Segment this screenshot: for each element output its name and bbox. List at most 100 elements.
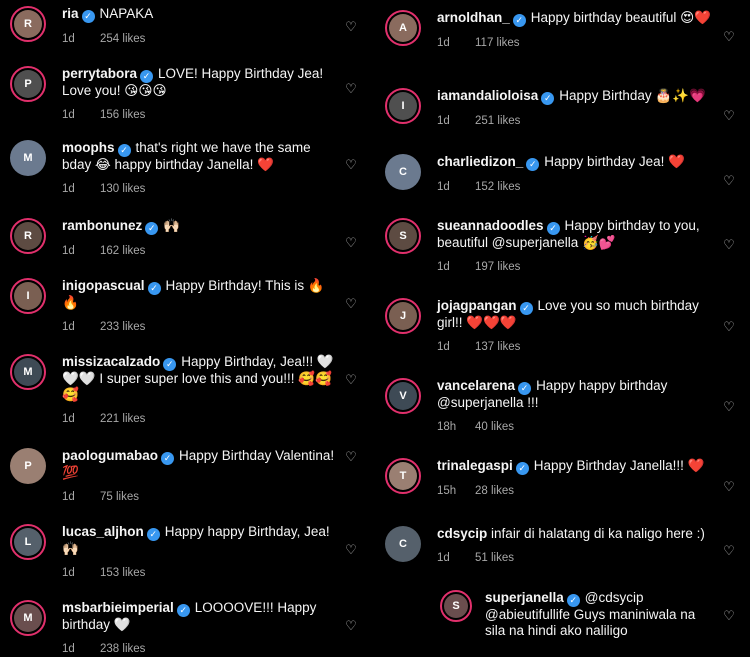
likes-count: 117 [475,37,494,49]
likes-suffix: likes [491,552,515,564]
verified-badge-icon: ✓ [541,92,555,105]
avatar[interactable]: M [10,354,46,390]
comment-likes-link[interactable]: 28 likes [475,485,514,497]
comment-likes-link[interactable]: 162 likes [100,245,145,257]
comment-meta: 1d 152 likes [437,179,714,195]
like-heart-icon[interactable]: ♡ [344,450,358,464]
like-heart-icon[interactable]: ♡ [722,109,736,123]
comment-username[interactable]: perrytabora [62,66,137,81]
avatar[interactable]: S [385,218,421,254]
like-heart-icon[interactable]: ♡ [344,236,358,250]
avatar[interactable]: I [10,278,46,314]
comment-likes-link[interactable]: 137 likes [475,341,520,353]
avatar[interactable]: R [10,6,46,42]
avatar-image: T [389,462,417,490]
like-heart-icon[interactable]: ♡ [344,619,358,633]
like-heart-icon[interactable]: ♡ [344,82,358,96]
comment-likes-link[interactable]: 251 likes [475,115,520,127]
like-heart-icon[interactable]: ♡ [344,297,358,311]
avatar[interactable]: A [385,10,421,46]
comment-username[interactable]: iamandalioloisa [437,88,538,103]
comment-text: 🙌🏻 [163,218,181,233]
avatar[interactable]: M [10,600,46,636]
verified-badge-icon: ✓ [526,158,540,171]
comment-username[interactable]: ria [62,6,79,21]
avatar-image: S [389,222,417,250]
comment-likes-link[interactable]: 156 likes [100,109,145,121]
avatar[interactable]: L [10,524,46,560]
likes-count: 162 [100,245,120,257]
comment-username[interactable]: rambonunez [62,218,142,233]
likes-count: 254 [100,33,120,45]
comment-username[interactable]: arnoldhan_ [437,10,510,25]
comment-likes-link[interactable]: 75 likes [100,491,139,503]
avatar[interactable]: I [385,88,421,124]
comment-username[interactable]: vancelarena [437,378,515,393]
like-heart-icon[interactable]: ♡ [722,609,736,623]
likes-count: 75 [100,491,113,503]
comment-timestamp: 18h [437,421,457,433]
like-heart-icon[interactable]: ♡ [722,30,736,44]
comment-username[interactable]: msbarbieimperial [62,600,174,615]
like-heart-icon[interactable]: ♡ [722,544,736,558]
comment-timestamp: 1d [437,181,450,193]
comment-likes-link[interactable]: 233 likes [100,321,145,333]
avatar[interactable]: J [385,298,421,334]
avatar[interactable]: T [385,458,421,494]
comment-likes-link[interactable]: 130 likes [100,183,145,195]
comment-username[interactable]: lucas_aljhon [62,524,144,539]
like-heart-icon[interactable]: ♡ [344,158,358,172]
verified-badge-icon: ✓ [518,382,532,395]
comment-likes-link[interactable]: 152 likes [475,181,520,193]
like-heart-icon[interactable]: ♡ [722,480,736,494]
like-heart-icon[interactable]: ♡ [722,174,736,188]
comment-likes-link[interactable]: 153 likes [100,567,145,579]
comment-likes-link[interactable]: 221 likes [100,413,145,425]
likes-count: 137 [475,341,495,353]
avatar-image: A [389,14,417,42]
avatar[interactable]: C [385,526,421,562]
comment-body: superjanella ✓ @cdsycip @abieutifullife Gu… [485,590,714,639]
comment-likes-link[interactable]: 117 likes [475,37,520,49]
likes-suffix: likes [497,261,521,273]
comment-likes-link[interactable]: 254 likes [100,33,145,45]
avatar-image: J [389,302,417,330]
comment-username[interactable]: sueannadoodles [437,218,544,233]
like-heart-icon[interactable]: ♡ [344,543,358,557]
avatar[interactable]: S [440,590,472,622]
like-heart-icon[interactable]: ♡ [344,373,358,387]
like-heart-icon[interactable]: ♡ [344,20,358,34]
like-heart-icon[interactable]: ♡ [722,320,736,334]
comment-likes-link[interactable]: 40 likes [475,421,514,433]
comment-username[interactable]: moophs [62,140,115,155]
like-heart-icon[interactable]: ♡ [722,400,736,414]
avatar[interactable]: P [10,66,46,102]
comment-username[interactable]: superjanella [485,590,564,605]
comment-username[interactable]: charliedizon_ [437,154,523,169]
comment-username[interactable]: trinalegaspi [437,458,513,473]
avatar[interactable]: M [10,140,46,176]
comment-timestamp: 1d [437,341,450,353]
comment-likes-link[interactable]: 238 likes [100,643,145,655]
comment-username[interactable]: inigopascual [62,278,145,293]
comment-username[interactable]: cdsycip [437,526,487,541]
likes-count: 130 [100,183,120,195]
comment-username[interactable]: paologumabao [62,448,158,463]
avatar[interactable]: P [10,448,46,484]
comment-body: trinalegaspi ✓ Happy Birthday Janella!!! ❤… [437,458,714,499]
likes-count: 197 [475,261,495,273]
likes-count: 51 [475,552,488,564]
likes-count: 156 [100,109,120,121]
comment-text: Happy Birthday 🎂✨💗 [559,88,706,103]
avatar[interactable]: R [10,218,46,254]
comment-username[interactable]: jojagpangan [437,298,517,313]
comment-username[interactable]: missizacalzado [62,354,160,369]
like-heart-icon[interactable]: ♡ [722,238,736,252]
avatar[interactable]: C [385,154,421,190]
comments-column-left: Rria ✓ NAPAKA 1d 254 likes ♡ Pperrytabora ✓ LOVE… [0,0,372,655]
comment-body: charliedizon_ ✓ Happy birthday Jea! ❤️ 1d 15… [437,154,714,195]
avatar-image: R [14,10,42,38]
comment-likes-link[interactable]: 51 likes [475,552,514,564]
comment-likes-link[interactable]: 197 likes [475,261,520,273]
avatar[interactable]: V [385,378,421,414]
